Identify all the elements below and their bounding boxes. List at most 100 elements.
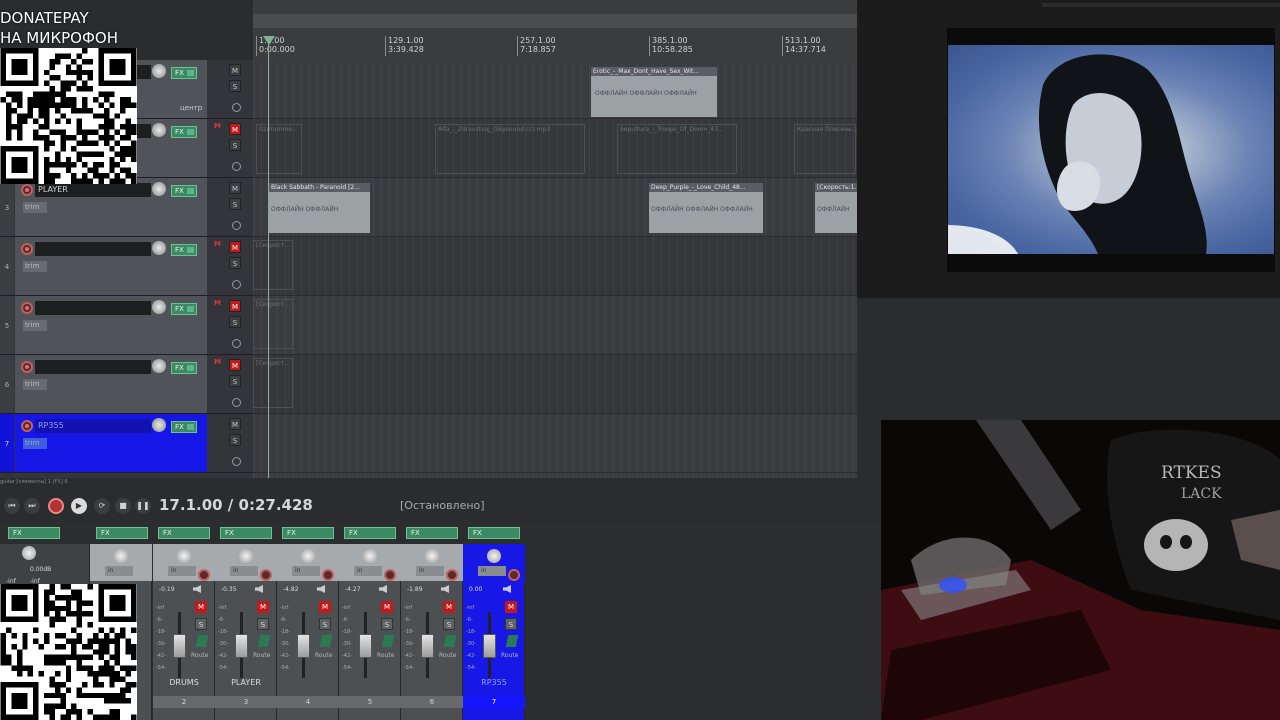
- input-button[interactable]: in: [478, 566, 506, 576]
- track-number[interactable]: 4: [0, 237, 14, 295]
- arrange-view[interactable]: Erotic_-_Max_Dont_Have_Sex_Wit... ОФФЛАЙ…: [253, 60, 860, 478]
- track-number[interactable]: 6: [0, 355, 14, 413]
- automation-trim-button[interactable]: trim: [23, 320, 47, 331]
- pan-knob[interactable]: [487, 549, 501, 563]
- media-item[interactable]: 02drumme...: [256, 124, 302, 174]
- solo-button[interactable]: S: [505, 618, 517, 630]
- mute-button[interactable]: M: [229, 418, 241, 430]
- strip-number[interactable]: 6: [401, 696, 463, 708]
- solo-button[interactable]: S: [381, 618, 393, 630]
- mute-button[interactable]: M: [229, 300, 241, 312]
- pan-knob[interactable]: [363, 549, 377, 563]
- route-button[interactable]: Route: [315, 652, 332, 659]
- mute-button[interactable]: M: [319, 601, 331, 613]
- solo-button[interactable]: S: [319, 618, 331, 630]
- solo-button[interactable]: S: [229, 316, 241, 328]
- strip-number[interactable]: 4: [277, 696, 339, 708]
- track-lane-7[interactable]: [253, 414, 857, 473]
- route-button[interactable]: Route: [253, 652, 270, 659]
- phase-button[interactable]: [443, 635, 457, 647]
- track-lane-1[interactable]: Erotic_-_Max_Dont_Have_Sex_Wit... ОФФЛАЙ…: [253, 60, 857, 119]
- phase-icon[interactable]: [232, 103, 241, 112]
- track-name-field[interactable]: RP355: [35, 419, 151, 433]
- mixer-fx-button[interactable]: FX: [282, 527, 334, 539]
- record-arm-button[interactable]: [260, 569, 272, 581]
- mixer-fx-button[interactable]: FX: [158, 527, 210, 539]
- phase-button[interactable]: [505, 635, 519, 647]
- speaker-icon[interactable]: [503, 585, 511, 593]
- media-item[interactable]: [Скорост...: [253, 240, 293, 290]
- volume-fader[interactable]: [483, 634, 496, 658]
- track-lane-2[interactable]: 02drumme... Alfa_-_Zdravstvuj_(Skysound.…: [253, 119, 857, 178]
- automation-trim-button[interactable]: trim: [23, 261, 47, 272]
- mixer-strip-2[interactable]: in -0.19 -inf -6- -18- -30- -42- -54- M S Route DRU…: [153, 544, 215, 720]
- media-item[interactable]: [Скорость:1... ОФФЛАЙН: [815, 183, 860, 233]
- route-button[interactable]: Route: [191, 652, 208, 659]
- speaker-icon[interactable]: [379, 585, 387, 593]
- record-arm-button[interactable]: [21, 184, 33, 196]
- solo-button[interactable]: S: [443, 618, 455, 630]
- mixer-strip-5[interactable]: in -4.27 -inf -6- -18- -30- -42- -54- M S Route 5: [339, 544, 401, 720]
- automation-trim-button[interactable]: trim: [23, 379, 47, 390]
- track-name-field[interactable]: PLAYER: [35, 183, 151, 197]
- pan-knob[interactable]: [177, 549, 191, 563]
- volume-fader[interactable]: [235, 634, 248, 658]
- track-row-4[interactable]: 4 FX trim M M S: [0, 237, 253, 296]
- mute-button[interactable]: M: [195, 601, 207, 613]
- input-button[interactable]: in: [416, 566, 444, 576]
- fx-button[interactable]: FX: [171, 303, 197, 315]
- track-lane-4[interactable]: [Скорост...: [253, 237, 857, 296]
- record-arm-button[interactable]: [21, 361, 33, 373]
- strip-number[interactable]: 3: [215, 696, 277, 708]
- automation-trim-button[interactable]: trim: [23, 202, 47, 213]
- track-name-field[interactable]: [35, 360, 151, 374]
- record-button[interactable]: [48, 498, 64, 514]
- strip-name[interactable]: DRUMS: [153, 678, 215, 687]
- fx-button[interactable]: FX: [171, 421, 197, 433]
- mute-button[interactable]: M: [443, 601, 455, 613]
- pan-knob[interactable]: [301, 549, 315, 563]
- record-arm-button[interactable]: [322, 569, 334, 581]
- record-arm-button[interactable]: [508, 569, 520, 581]
- mixer-fx-button[interactable]: FX: [344, 527, 396, 539]
- fx-button[interactable]: FX: [171, 244, 197, 256]
- strip-name[interactable]: PLAYER: [215, 678, 277, 687]
- track-row-5[interactable]: 5 FX trim M M S: [0, 296, 253, 355]
- volume-knob[interactable]: [152, 123, 166, 137]
- volume-knob[interactable]: [152, 64, 166, 78]
- track-row-7[interactable]: 7 RP355 FX trim M S: [0, 414, 253, 473]
- mute-button[interactable]: M: [229, 359, 241, 371]
- solo-button[interactable]: S: [229, 139, 241, 151]
- media-item[interactable]: [Скорост...: [253, 299, 293, 349]
- input-button[interactable]: in: [292, 566, 320, 576]
- mute-button[interactable]: M: [381, 601, 393, 613]
- track-number[interactable]: 5: [0, 296, 14, 354]
- input-button[interactable]: in: [105, 566, 133, 576]
- go-to-start-button[interactable]: ⏮: [4, 498, 20, 514]
- phase-icon[interactable]: [232, 280, 241, 289]
- speaker-icon[interactable]: [193, 585, 201, 593]
- media-item[interactable]: Sepultura_-_Troops_Of_Doom_47...: [617, 124, 737, 174]
- record-arm-button[interactable]: [21, 420, 33, 432]
- timeline-ruler[interactable]: 1.1.00 0:00.000 129.1.00 3:39.428 257.1.00…: [253, 0, 857, 60]
- track-header[interactable]: PLAYER FX trim: [15, 178, 207, 236]
- fx-button[interactable]: FX: [171, 67, 197, 79]
- media-item[interactable]: Alfa_-_Zdravstvuj_(Skysound.cc).mp3: [435, 124, 585, 174]
- phase-button[interactable]: [381, 635, 395, 647]
- speaker-icon[interactable]: [441, 585, 449, 593]
- strip-name[interactable]: RP355: [463, 678, 525, 687]
- phase-icon[interactable]: [232, 162, 241, 171]
- solo-button[interactable]: S: [229, 257, 241, 269]
- speaker-icon[interactable]: [317, 585, 325, 593]
- pause-button[interactable]: ❚❚: [135, 498, 151, 514]
- mixer-fx-button[interactable]: FX: [406, 527, 458, 539]
- volume-knob[interactable]: [152, 182, 166, 196]
- solo-button[interactable]: S: [229, 198, 241, 210]
- track-name-field[interactable]: [35, 242, 151, 256]
- input-button[interactable]: in: [168, 566, 196, 576]
- media-item[interactable]: Красная Плесень...: [794, 124, 857, 174]
- phase-button[interactable]: [257, 635, 271, 647]
- route-button[interactable]: Route: [439, 652, 456, 659]
- record-arm-button[interactable]: [446, 569, 458, 581]
- volume-knob[interactable]: [152, 418, 166, 432]
